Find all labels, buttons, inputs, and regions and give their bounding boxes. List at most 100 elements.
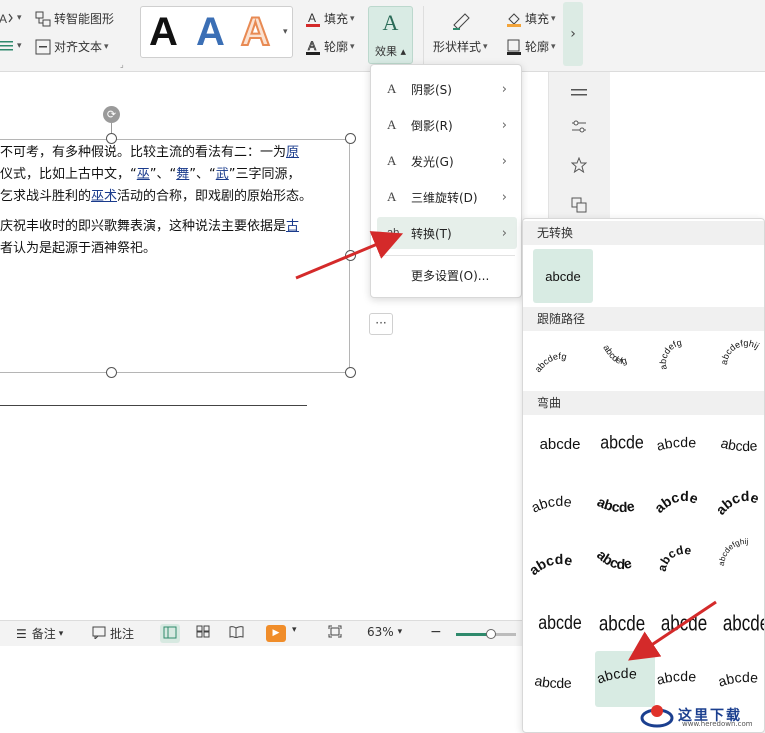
section-header-follow-path: 跟随路径 xyxy=(523,307,764,331)
list-icon xyxy=(0,38,14,54)
slide-sorter-button[interactable] xyxy=(196,625,210,641)
warp-slant-down[interactable]: abcde xyxy=(717,417,764,471)
transform-button[interactable]: abcdefghij xyxy=(717,334,764,388)
align-text-button[interactable]: 对齐文本 ▾ xyxy=(35,38,109,55)
wordart-style-black[interactable]: A xyxy=(149,10,178,54)
shape-style-icon xyxy=(451,10,473,34)
menu-item-transform[interactable]: ab 转换(T) › xyxy=(377,217,517,249)
resize-handle-bottom-right[interactable] xyxy=(345,367,356,378)
text-direction-button[interactable]: A ▾ xyxy=(0,10,22,26)
chevron-down-icon: ▾ xyxy=(58,628,64,639)
transform-none[interactable]: abcde xyxy=(533,249,593,303)
zoom-out-button[interactable]: − xyxy=(430,624,442,640)
warp-wave-2[interactable]: abcde xyxy=(593,597,651,651)
notes-icon: ☰ xyxy=(16,626,27,641)
warp-circle-warp[interactable]: abcde xyxy=(651,477,713,531)
bullets-button[interactable]: ▾ xyxy=(0,38,22,54)
smart-shape-icon xyxy=(35,11,51,27)
slideshow-options-icon[interactable]: ▾ xyxy=(292,625,297,635)
menu-item-reflection[interactable]: A 倒影(R) › xyxy=(377,109,517,141)
menu-item-3d-rotation[interactable]: A 三维旋转(D) › xyxy=(377,181,517,213)
text-outline-button[interactable]: A 轮廓 ▾ xyxy=(305,38,355,55)
normal-view-button[interactable] xyxy=(160,624,180,643)
warp-button-warp[interactable]: abcde xyxy=(712,477,764,531)
align-text-label: 对齐文本 xyxy=(54,40,103,54)
comments-button[interactable]: 批注 xyxy=(92,625,134,642)
star-icon[interactable] xyxy=(570,156,588,177)
chevron-down-icon: ▾ xyxy=(397,627,403,637)
shape-style-button[interactable]: 形状样式 ▾ xyxy=(433,38,488,55)
svg-text:abcdefg: abcdefg xyxy=(533,351,568,374)
warp-arch-down-pour[interactable]: abcde xyxy=(593,537,651,591)
fit-window-button[interactable] xyxy=(328,625,342,641)
property-settings-icon[interactable] xyxy=(571,119,587,139)
warp-slant-up[interactable]: abcde xyxy=(655,417,713,471)
svg-text:abcdefg: abcdefg xyxy=(658,337,683,371)
zoom-slider[interactable] xyxy=(456,629,516,639)
more-options-button[interactable]: ··· xyxy=(369,313,393,335)
gallery-expand-icon[interactable]: ▾ xyxy=(283,27,288,37)
site-watermark: 这里下载 www.heredown.com xyxy=(640,696,765,733)
warp-wave-1[interactable]: abcde xyxy=(531,597,589,651)
resize-handle-top-right[interactable] xyxy=(345,133,356,144)
zoom-level-label: 63% xyxy=(367,625,394,639)
warp-arch-up-pour[interactable]: abcde xyxy=(526,537,589,591)
text-effect-label: 效果 xyxy=(374,45,397,58)
wordart-style-blue[interactable]: A xyxy=(196,10,225,54)
text-effect-button[interactable]: A 效果 ▴ xyxy=(368,6,413,64)
ribbon-scroll-right-button[interactable]: › xyxy=(563,2,583,66)
watermark-url: www.heredown.com xyxy=(682,720,753,728)
warp-fade-down[interactable]: abcde xyxy=(531,653,589,707)
chevron-down-icon: ▾ xyxy=(104,41,109,52)
menu-item-shadow[interactable]: A 阴影(S) › xyxy=(377,73,517,105)
reading-view-button[interactable] xyxy=(229,625,244,641)
menu-icon[interactable] xyxy=(571,86,587,105)
warp-arch-down-warp[interactable]: abcde xyxy=(593,477,651,531)
transform-arch-up[interactable]: abcdefg xyxy=(531,334,589,388)
resize-handle-top[interactable] xyxy=(106,133,117,144)
convert-smart-shape-button[interactable]: 转智能图形 xyxy=(35,10,114,27)
warp-circle-pour[interactable]: abcde xyxy=(655,537,713,591)
warp-straight[interactable]: abcde xyxy=(531,417,589,471)
menu-item-more-settings[interactable]: 更多设置(O)... xyxy=(377,259,517,291)
warp-stretch-up[interactable]: abcde xyxy=(593,417,651,471)
zoom-level-dropdown[interactable]: 63% ▾ xyxy=(367,625,402,639)
shape-fill-button[interactable]: 填充 ▾ xyxy=(506,10,556,27)
chevron-down-icon: ▾ xyxy=(551,41,556,52)
transform-arch-down[interactable]: abcdefg xyxy=(593,334,651,388)
play-slideshow-button[interactable]: ▶ xyxy=(266,625,286,642)
rotate-handle-icon[interactable]: ⟳ xyxy=(103,106,120,123)
dialog-launcher-icon[interactable]: ⌟ xyxy=(120,60,124,69)
shape-outline-label: 轮廓 xyxy=(525,40,550,54)
svg-text:abcde: abcde xyxy=(526,551,575,578)
transform-submenu: 无转换 abcde 跟随路径 abcdefg abcdefg abcdefg a… xyxy=(522,218,765,733)
text-fill-button[interactable]: A 填充 ▾ xyxy=(305,10,355,27)
shapes-icon[interactable] xyxy=(571,197,587,217)
resize-handle-right[interactable] xyxy=(345,250,356,261)
notes-button[interactable]: ☰ 备注 ▾ xyxy=(16,625,63,642)
svg-text:A: A xyxy=(308,11,316,25)
wordart-style-gallery[interactable]: A A A xyxy=(140,6,293,58)
warp-inflate[interactable]: abcde xyxy=(655,597,713,651)
glow-icon: A xyxy=(387,153,397,168)
transform-circle[interactable]: abcdefg xyxy=(655,334,713,388)
warp-arch-up-warp[interactable]: abcde xyxy=(529,477,589,531)
horizontal-rule xyxy=(0,405,307,406)
status-bar: ☰ 备注 ▾ 批注 ▶ ▾ 63% ▾ − xyxy=(0,620,560,646)
comments-label: 批注 xyxy=(110,627,135,641)
shape-outline-button[interactable]: 轮廓 ▾ xyxy=(506,38,556,55)
menu-item-glow[interactable]: A 发光(G) › xyxy=(377,145,517,177)
resize-handle-bottom[interactable] xyxy=(106,367,117,378)
zoom-slider-thumb[interactable] xyxy=(485,629,496,639)
selected-text-box[interactable] xyxy=(0,139,350,373)
warp-button-pour[interactable]: abcdefghij xyxy=(717,537,764,591)
warp-deflate[interactable]: abcde xyxy=(717,597,764,651)
chevron-right-icon: › xyxy=(501,117,507,133)
chevron-right-icon: › xyxy=(501,81,507,97)
text-outline-icon: A xyxy=(305,39,321,55)
svg-text:abcde: abcde xyxy=(712,488,761,518)
transform-icon: ab xyxy=(387,227,400,239)
wordart-style-orange-outline[interactable]: A xyxy=(240,9,271,55)
text-direction-icon: A xyxy=(0,10,14,26)
smart-shape-label: 转智能图形 xyxy=(54,12,115,26)
